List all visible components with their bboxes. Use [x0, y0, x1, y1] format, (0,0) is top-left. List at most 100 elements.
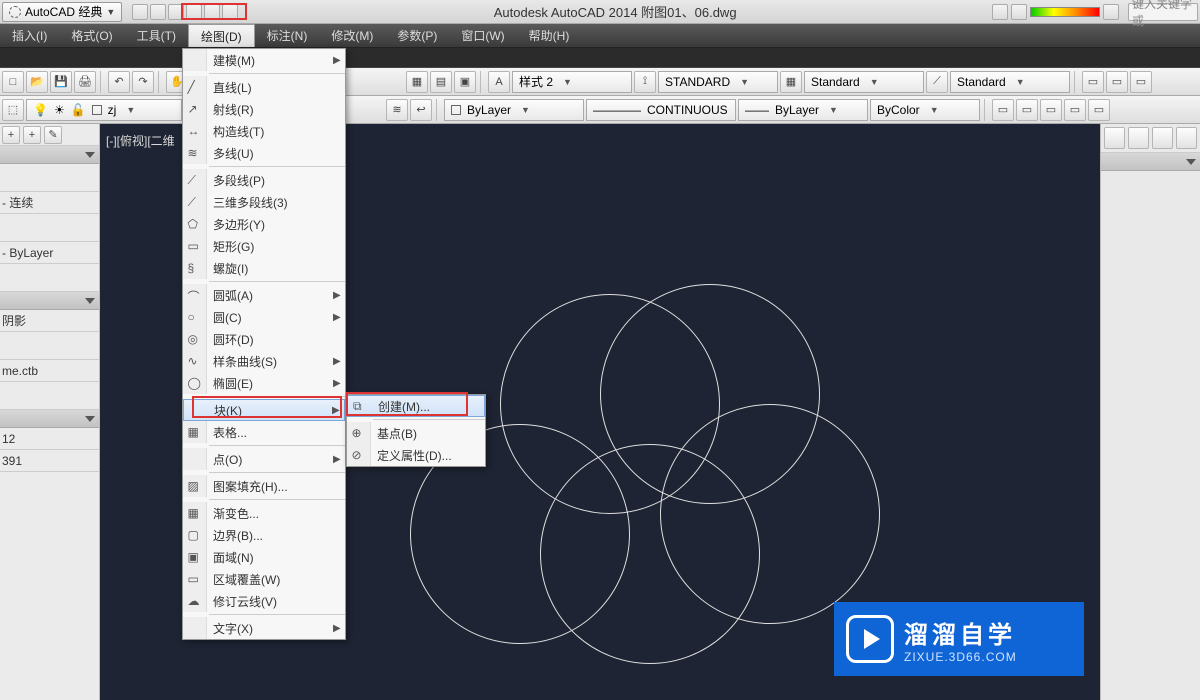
tool-properties-icon[interactable]: ▦	[406, 71, 428, 93]
menu-helix[interactable]: §螺旋(I)	[183, 257, 345, 279]
menu-xline[interactable]: ↔构造线(T)	[183, 120, 345, 142]
signin-button[interactable]	[992, 4, 1008, 20]
help-button[interactable]	[1103, 4, 1119, 20]
menu-draw[interactable]: 绘图(D)	[188, 24, 255, 47]
prop-linetype[interactable]: - 连续	[0, 192, 99, 214]
menu-pline3d[interactable]: ⟋三维多段线(3)	[183, 191, 345, 213]
table-style-dropdown[interactable]: Standard▼	[804, 71, 924, 93]
dimstyle-icon[interactable]: ⟟	[634, 71, 656, 93]
menu-gradient[interactable]: ▦渐变色...	[183, 502, 345, 524]
rtool-3[interactable]	[1152, 127, 1173, 149]
submenu-block-base[interactable]: ⊕基点(B)	[347, 422, 485, 444]
tool-r2-icon[interactable]: ▭	[1016, 99, 1038, 121]
palette-section-header[interactable]	[0, 410, 99, 428]
menu-modify[interactable]: 修改(M)	[319, 24, 385, 47]
menu-insert[interactable]: 插入(I)	[0, 24, 59, 47]
layer-prev-icon[interactable]: ↩	[410, 99, 432, 121]
rtool-1[interactable]	[1104, 127, 1125, 149]
tool-save-icon[interactable]: 💾	[50, 71, 72, 93]
tool-print-icon[interactable]: 🖨	[74, 71, 96, 93]
tool-r3-icon[interactable]: ▭	[1040, 99, 1062, 121]
prop-v1[interactable]: 12	[0, 428, 99, 450]
exchange-button[interactable]	[1011, 4, 1027, 20]
menu-boundary[interactable]: ▢边界(B)...	[183, 524, 345, 546]
menu-wipeout[interactable]: ▭区域覆盖(W)	[183, 568, 345, 590]
pal-btn2[interactable]: +	[23, 126, 41, 144]
pal-btn1[interactable]: +	[2, 126, 20, 144]
tablestyle-icon[interactable]: ▦	[780, 71, 802, 93]
textstyle-icon[interactable]: A	[488, 71, 510, 93]
qat-undo-button[interactable]	[186, 4, 202, 20]
mleaderstyle-icon[interactable]: ⟋	[926, 71, 948, 93]
menu-point[interactable]: 点(O)▶	[183, 448, 345, 470]
menu-table[interactable]: ▦表格...	[183, 421, 345, 443]
lineweight-dropdown[interactable]: —— ByLayer▼	[738, 99, 868, 121]
menu-region[interactable]: ▣面域(N)	[183, 546, 345, 568]
tool-sheetset-icon[interactable]: ▤	[430, 71, 452, 93]
color-dropdown[interactable]: ByLayer▼	[444, 99, 584, 121]
menu-ellipse[interactable]: ◯椭圆(E)▶	[183, 372, 345, 394]
menu-mline[interactable]: ≋多线(U)	[183, 142, 345, 164]
layer-match-icon[interactable]: ≋	[386, 99, 408, 121]
menu-hatch[interactable]: ▨图案填充(H)...	[183, 475, 345, 497]
menu-format[interactable]: 格式(O)	[59, 24, 124, 47]
layer-properties-icon[interactable]: ⬚	[2, 99, 24, 121]
tool-r4-icon[interactable]: ▭	[1064, 99, 1086, 121]
text-style-dropdown[interactable]: 样式 2▼	[512, 71, 632, 93]
tool-markup-icon[interactable]: ▣	[454, 71, 476, 93]
qat-save-button[interactable]	[168, 4, 184, 20]
qat-redo-button[interactable]	[204, 4, 220, 20]
right-section-header[interactable]	[1101, 153, 1200, 171]
prop-shade[interactable]: 阴影	[0, 310, 99, 332]
tool-redo-icon[interactable]: ↷	[132, 71, 154, 93]
dim-style-dropdown[interactable]: STANDARD▼	[658, 71, 778, 93]
menu-line[interactable]: ╱直线(L)	[183, 76, 345, 98]
menu-window[interactable]: 窗口(W)	[449, 24, 516, 47]
pal-btn3[interactable]: ✎	[44, 126, 62, 144]
donut-icon: ◎	[188, 332, 202, 346]
menu-help[interactable]: 帮助(H)	[517, 24, 582, 47]
menu-rect[interactable]: ▭矩形(G)	[183, 235, 345, 257]
prop-lineweight[interactable]: - ByLayer	[0, 242, 99, 264]
tool-misc2-icon[interactable]: ▭	[1106, 71, 1128, 93]
menu-block[interactable]: 块(K)▶	[183, 399, 345, 421]
qat-new-button[interactable]	[132, 4, 148, 20]
plotstyle-dropdown[interactable]: ByColor▼	[870, 99, 980, 121]
menu-pline[interactable]: ⟋多段线(P)	[183, 169, 345, 191]
layer-dropdown[interactable]: 💡 ☀ 🔓 zj ▼	[26, 99, 182, 121]
tool-undo-icon[interactable]: ↶	[108, 71, 130, 93]
palette-section-header[interactable]	[0, 292, 99, 310]
menu-text[interactable]: 文字(X)▶	[183, 617, 345, 639]
qat-print-button[interactable]	[222, 4, 238, 20]
submenu-block-make[interactable]: ⧉创建(M)...	[347, 395, 485, 417]
tool-open-icon[interactable]: 📂	[26, 71, 48, 93]
menu-ray[interactable]: ↗射线(R)	[183, 98, 345, 120]
workspace-selector[interactable]: AutoCAD 经典 ▼	[2, 2, 122, 22]
rtool-2[interactable]	[1128, 127, 1149, 149]
menu-polygon[interactable]: ⬠多边形(Y)	[183, 213, 345, 235]
tool-misc1-icon[interactable]: ▭	[1082, 71, 1104, 93]
submenu-block-attdef[interactable]: ⊘定义属性(D)...	[347, 444, 485, 466]
menu-circle[interactable]: ○圆(C)▶	[183, 306, 345, 328]
rtool-4[interactable]	[1176, 127, 1197, 149]
menu-dimension[interactable]: 标注(N)	[255, 24, 320, 47]
menu-donut[interactable]: ◎圆环(D)	[183, 328, 345, 350]
menu-modeling[interactable]: 建模(M)▶	[183, 49, 345, 71]
menu-spline[interactable]: ∿样条曲线(S)▶	[183, 350, 345, 372]
prop-v2[interactable]: 391	[0, 450, 99, 472]
tool-r5-icon[interactable]: ▭	[1088, 99, 1110, 121]
prop-ctb[interactable]: me.ctb	[0, 360, 99, 382]
palette-section-header[interactable]	[0, 146, 99, 164]
menu-arc[interactable]: ⌒圆弧(A)▶	[183, 284, 345, 306]
mleader-style-dropdown[interactable]: Standard▼	[950, 71, 1070, 93]
menu-revcloud[interactable]: ☁修订云线(V)	[183, 590, 345, 612]
linetype-dropdown[interactable]: ———— CONTINUOUS▼	[586, 99, 736, 121]
tool-misc3-icon[interactable]: ▭	[1130, 71, 1152, 93]
qat-open-button[interactable]	[150, 4, 166, 20]
tool-new-icon[interactable]: □	[2, 71, 24, 93]
tool-r1-icon[interactable]: ▭	[992, 99, 1014, 121]
menu-tools[interactable]: 工具(T)	[125, 24, 188, 47]
search-input[interactable]: 键入关键字或	[1128, 3, 1198, 21]
viewport-label[interactable]: [-][俯视][二维	[106, 132, 175, 149]
menu-param[interactable]: 参数(P)	[385, 24, 449, 47]
